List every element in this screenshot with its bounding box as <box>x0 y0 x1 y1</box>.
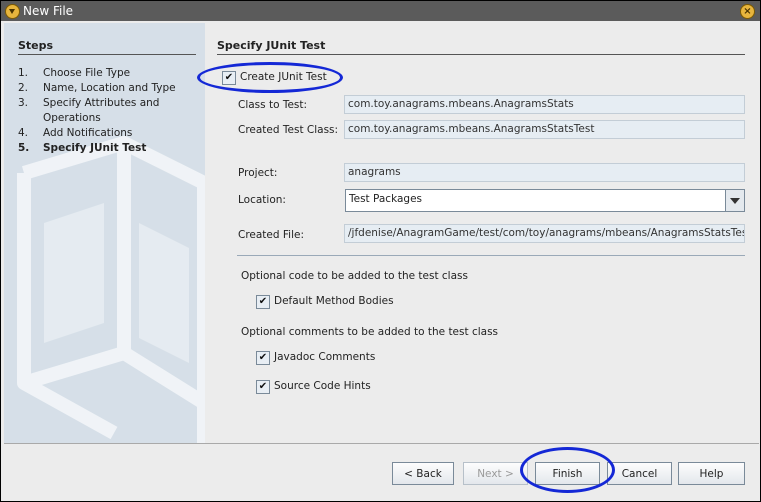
steps-list: 1. Choose File Type 2. Name, Location and … <box>18 66 203 156</box>
created-test-class-label: Created Test Class: <box>238 124 339 136</box>
source-code-hints-checkbox[interactable]: ✔ <box>256 380 270 394</box>
step-item-current: 5. Specify JUnit Test <box>18 142 147 154</box>
javadoc-comments-checkbox[interactable]: ✔ <box>256 351 270 365</box>
project-label: Project: <box>238 167 278 179</box>
highlight-ellipse <box>197 62 343 93</box>
panel-title: Specify JUnit Test <box>217 39 326 52</box>
finish-highlight-ellipse <box>520 447 615 493</box>
main-panel: Specify JUnit Test ✔ Create JUnit Test C… <box>197 23 758 443</box>
default-method-bodies-checkbox[interactable]: ✔ <box>256 295 270 309</box>
step-item: 2. Name, Location and Type <box>18 82 176 94</box>
created-file-field[interactable]: /jfdenise/AnagramGame/test/com/toy/anagr… <box>344 224 745 243</box>
javadoc-comments-label[interactable]: Javadoc Comments <box>274 351 375 363</box>
next-button[interactable]: Next > <box>463 462 528 485</box>
steps-title: Steps <box>18 39 54 52</box>
options-divider <box>237 255 745 256</box>
new-file-dialog: New File × Steps 1. Choose File Type 2. Na… <box>0 0 761 502</box>
help-button[interactable]: Help <box>678 462 745 485</box>
location-dropdown[interactable]: Test Packages <box>345 189 745 212</box>
chevron-down-icon[interactable] <box>725 190 744 211</box>
title-bar[interactable]: New File × <box>1 1 760 21</box>
source-code-hints-label[interactable]: Source Code Hints <box>274 380 371 392</box>
panel-divider <box>217 54 745 55</box>
window-title: New File <box>23 4 74 18</box>
back-button[interactable]: < Back <box>392 462 454 485</box>
app-menu-icon[interactable] <box>5 4 20 19</box>
class-to-test-label: Class to Test: <box>238 99 308 111</box>
project-field[interactable]: anagrams <box>344 163 745 182</box>
optional-comments-label: Optional comments to be added to the tes… <box>241 326 499 338</box>
cancel-button[interactable]: Cancel <box>607 462 672 485</box>
footer-divider <box>4 443 759 444</box>
default-method-bodies-label[interactable]: Default Method Bodies <box>274 295 394 307</box>
class-to-test-field[interactable]: com.toy.anagrams.mbeans.AnagramsStats <box>344 95 745 114</box>
created-test-class-field[interactable]: com.toy.anagrams.mbeans.AnagramsStatsTes… <box>344 120 745 139</box>
created-file-label: Created File: <box>238 229 304 241</box>
close-icon[interactable]: × <box>740 4 755 19</box>
location-label: Location: <box>238 194 286 206</box>
location-value: Test Packages <box>349 193 423 205</box>
step-item: 4. Add Notifications <box>18 127 133 139</box>
step-item: 3. Specify Attributes and Operations <box>18 97 160 124</box>
steps-sidebar: Steps 1. Choose File Type 2. Name, Locatio… <box>4 23 205 443</box>
optional-code-label: Optional code to be added to the test cl… <box>241 270 468 282</box>
step-item: 1. Choose File Type <box>18 67 131 79</box>
steps-divider <box>18 54 196 55</box>
